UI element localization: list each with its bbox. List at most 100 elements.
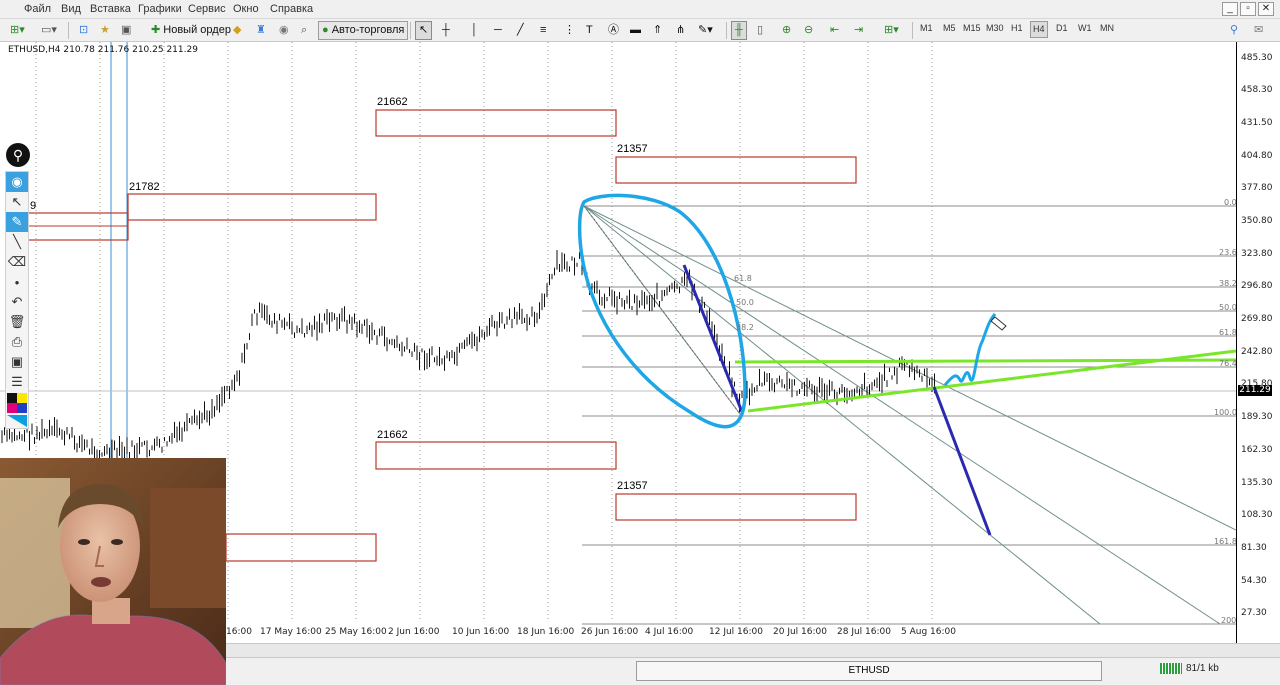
- date-tick: 20 Jul 16:00: [773, 627, 827, 637]
- eraser-icon[interactable]: ⌫: [6, 252, 28, 272]
- label-icon[interactable]: Ⓐ: [604, 21, 623, 40]
- timeframe-m15[interactable]: M15: [963, 23, 981, 33]
- trash-icon[interactable]: 🗑: [6, 312, 28, 332]
- zone-rectangle: [127, 193, 377, 221]
- price-tick: 135.30: [1241, 478, 1273, 488]
- auto-trading-icon: ●: [322, 24, 329, 36]
- new-order-button[interactable]: ✚ Новый ордер: [147, 21, 235, 40]
- color-palette-icon[interactable]: [6, 392, 28, 428]
- strategy-tester-icon[interactable]: ⌕: [297, 21, 311, 40]
- select-arrow-icon[interactable]: ↖: [6, 192, 28, 212]
- freehand-path: [943, 313, 997, 386]
- price-tick: 350.80: [1241, 216, 1273, 226]
- new-order-label: Новый ордер: [163, 24, 231, 36]
- chat-icon[interactable]: ✉: [1250, 21, 1267, 40]
- undo-icon[interactable]: ↶: [6, 292, 28, 312]
- date-tick: 18 Jun 16:00: [517, 627, 575, 637]
- chart-shift-icon[interactable]: ⇥: [850, 21, 867, 40]
- fibonacci-icon[interactable]: ⋮: [560, 21, 579, 40]
- bar-chart-icon[interactable]: ╫: [731, 21, 747, 40]
- price-tick: 242.80: [1241, 347, 1273, 357]
- menu-tools[interactable]: Сервис: [188, 3, 226, 15]
- zone-rectangle: [375, 109, 617, 137]
- arrow-icon[interactable]: ⇑: [649, 21, 666, 40]
- timeframe-m5[interactable]: M5: [943, 23, 956, 33]
- screenshot-icon[interactable]: ▣: [6, 352, 28, 372]
- horizontal-line-icon[interactable]: ─: [490, 21, 506, 40]
- fib-level-label: 38.2: [1219, 279, 1237, 288]
- zone-rectangle: [615, 493, 857, 521]
- list-icon[interactable]: ☰: [6, 372, 28, 392]
- date-tick: 28 Jul 16:00: [837, 627, 891, 637]
- price-axis[interactable]: 485.30 458.30 431.50 404.80 377.80 350.8…: [1236, 42, 1280, 643]
- new-chart-icon[interactable]: ⊞▾: [6, 21, 29, 40]
- menu-window[interactable]: Окно: [233, 3, 259, 15]
- zone-rectangle: [375, 441, 617, 470]
- globe-icon[interactable]: ◉: [275, 21, 293, 40]
- menu-insert[interactable]: Вставка: [90, 3, 131, 15]
- zoom-out-icon[interactable]: ⊖: [800, 21, 817, 40]
- date-tick: 25 May 16:00: [325, 627, 387, 637]
- cursor-tool-icon[interactable]: ↖: [415, 21, 433, 40]
- menu-charts[interactable]: Графики: [138, 3, 182, 15]
- webcam-overlay: [0, 458, 226, 685]
- fibonacci-fan: [583, 205, 1101, 625]
- navigator-icon[interactable]: ★: [96, 21, 114, 40]
- timeframe-mn[interactable]: MN: [1100, 23, 1114, 33]
- vertical-line-icon[interactable]: │: [467, 21, 482, 40]
- window-controls: _ ▫ ✕: [1222, 2, 1274, 16]
- candlestick-icon[interactable]: ▯: [753, 21, 767, 40]
- text-icon[interactable]: T: [582, 21, 597, 40]
- close-icon[interactable]: ✕: [1258, 2, 1274, 16]
- zoom-in-icon[interactable]: ⊕: [778, 21, 795, 40]
- restore-icon[interactable]: ▫: [1240, 2, 1256, 16]
- dot-icon[interactable]: •: [6, 272, 28, 292]
- cursor-icon[interactable]: ⚲: [6, 143, 30, 167]
- print-icon[interactable]: ⎙: [6, 332, 28, 352]
- fan-label: 61.8: [734, 274, 752, 283]
- minimize-icon[interactable]: _: [1222, 2, 1238, 16]
- date-tick: 26 Jun 16:00: [581, 627, 639, 637]
- fib-level-label: 50.0: [1219, 303, 1237, 312]
- search-icon[interactable]: ⚲: [1226, 21, 1242, 40]
- connection-status: 81/1 kb: [1160, 663, 1219, 674]
- menu-view[interactable]: Вид: [61, 3, 81, 15]
- terminal-icon[interactable]: ▣: [117, 21, 135, 40]
- menu-help[interactable]: Справка: [270, 3, 313, 15]
- menu-file[interactable]: Файл: [24, 3, 51, 15]
- fib-level-label: 23.6: [1219, 248, 1237, 257]
- auto-trading-button[interactable]: ● Авто-торговля: [318, 21, 409, 40]
- price-tick: 108.30: [1241, 510, 1273, 520]
- trendline-icon[interactable]: ╱: [513, 21, 528, 40]
- indicators-icon[interactable]: ⊞▾: [880, 21, 903, 40]
- profiles-icon[interactable]: ▭▾: [37, 21, 61, 40]
- timeframe-h1[interactable]: H1: [1011, 23, 1023, 33]
- zone-rectangle: [615, 156, 857, 184]
- timeframe-m30[interactable]: M30: [986, 23, 1004, 33]
- meta-editor-icon[interactable]: ♜: [252, 21, 270, 40]
- timeframe-h4[interactable]: H4: [1030, 21, 1048, 38]
- price-tick: 377.80: [1241, 183, 1273, 193]
- fibonacci-fan: [583, 205, 1221, 625]
- price-tick: 323.80: [1241, 249, 1273, 259]
- pitchfork-icon[interactable]: ⋔: [672, 21, 689, 40]
- chart-tab-ethusd[interactable]: ETHUSD: [636, 661, 1102, 681]
- market-watch-icon[interactable]: ⊡: [75, 21, 92, 40]
- channel-icon[interactable]: ≡: [536, 21, 550, 40]
- crosshair-icon[interactable]: ┼: [438, 21, 454, 40]
- fib-level-label: 200: [1221, 616, 1237, 625]
- eye-icon[interactable]: ◉: [6, 172, 28, 192]
- timeframe-d1[interactable]: D1: [1056, 23, 1068, 33]
- shapes-dropdown-icon[interactable]: ✎▾: [694, 21, 717, 40]
- line-icon[interactable]: ╲: [6, 232, 28, 252]
- timeframe-w1[interactable]: W1: [1078, 23, 1092, 33]
- rectangle-icon[interactable]: ▬: [626, 21, 645, 40]
- gold-icon[interactable]: ◆: [229, 21, 245, 40]
- fan-label: 50.0: [736, 298, 754, 307]
- autoscroll-icon[interactable]: ⇤: [826, 21, 843, 40]
- date-tick: 10 Jun 16:00: [452, 627, 510, 637]
- pencil-icon[interactable]: ✎: [6, 212, 28, 232]
- fib-level-label: 61.8: [1219, 328, 1237, 337]
- date-tick: 2 Jun 16:00: [388, 627, 440, 637]
- timeframe-m1[interactable]: M1: [920, 23, 933, 33]
